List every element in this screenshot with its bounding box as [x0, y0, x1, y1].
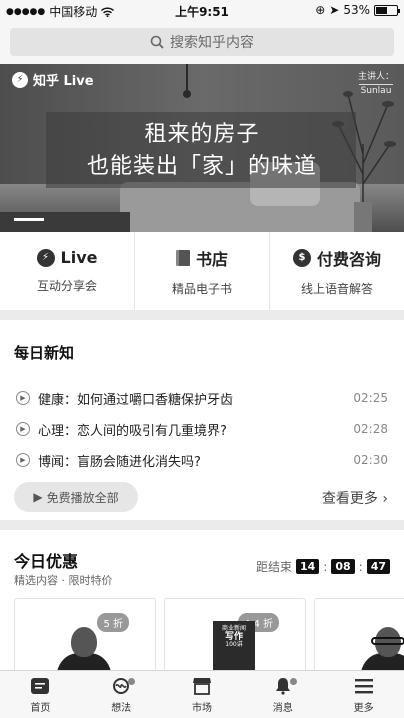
battery-icon [374, 4, 400, 16]
deal-card[interactable] [314, 598, 404, 670]
notification-dot [289, 677, 297, 685]
category-live[interactable]: ⚡ Live 互动分享会 [0, 232, 135, 310]
section-title: 今日优惠 [14, 552, 79, 571]
battery-percent: 53% [343, 3, 370, 17]
lamp-decor [186, 64, 188, 92]
play-icon: ▶ [16, 391, 30, 405]
category-consult[interactable]: $ 付费咨询 线上语音解答 [270, 232, 404, 310]
list-item[interactable]: ▶ 心理：恋人间的吸引有几重境界? 02:28 [16, 417, 388, 441]
tab-market[interactable]: 市场 [162, 671, 243, 718]
notification-dot [128, 677, 136, 685]
deals-section: 今日优惠 精选内容 · 限时特价 距结束 14 : 08 : 47 5 折 4.… [0, 530, 404, 670]
tab-bar: 首页 想法 市场 消息 更多 [0, 670, 404, 718]
status-bar: ●●●●● 中国移动 上午9:51 ⊕ ➤ 53% [0, 0, 404, 22]
countdown: 距结束 14 : 08 : 47 [256, 558, 390, 575]
list-item[interactable]: ▶ 博闻：盲肠会随进化消失吗? 02:30 [16, 448, 388, 472]
banner-tag: ⚡ 知乎 Live [12, 70, 94, 89]
play-icon: ▶ [16, 422, 30, 436]
bell-icon [272, 676, 297, 696]
menu-icon [353, 676, 375, 696]
category-row: ⚡ Live 互动分享会 书店 精品电子书 $ 付费咨询 线上语音解答 [0, 232, 404, 310]
bolt-icon: ⚡ [12, 71, 28, 88]
deal-card[interactable]: 4.4 折 商业新闻 写作 100讲 [164, 598, 306, 670]
speaker-avatar [361, 627, 404, 670]
play-icon: ▶ [16, 453, 30, 467]
orientation-lock-icon: ⊕ [315, 3, 326, 17]
carousel-indicator [14, 218, 44, 221]
sofa-decor [120, 182, 360, 232]
countdown-minutes: 08 [331, 559, 355, 574]
play-triangle-icon: ▶ [33, 490, 43, 504]
home-icon [29, 676, 51, 696]
live-banner[interactable]: 租来的房子 也能装出「家」的味道 ⚡ 知乎 Live 主讲人： Sunlau [0, 64, 404, 232]
tab-messages[interactable]: 消息 [242, 671, 323, 718]
list-item[interactable]: ▶ 健康：如何通过嚼口香糖保护牙齿 02:25 [16, 386, 388, 410]
store-icon [191, 676, 213, 696]
search-bar-container: 搜索知乎内容 [0, 22, 404, 64]
deal-card[interactable]: 5 折 [14, 598, 156, 670]
book-cover: 商业新闻 写作 100讲 [213, 621, 255, 670]
category-bookstore[interactable]: 书店 精品电子书 [135, 232, 270, 310]
section-subtitle: 精选内容 · 限时特价 [14, 574, 113, 587]
tab-more[interactable]: 更多 [323, 671, 404, 718]
book-icon [175, 249, 190, 266]
play-all-button[interactable]: ▶ 免费播放全部 [14, 482, 138, 512]
tab-home[interactable]: 首页 [0, 671, 81, 718]
infinity-icon [110, 676, 136, 696]
daily-news-section: 每日新知 ▶ 健康：如何通过嚼口香糖保护牙齿 02:25 ▶ 心理：恋人间的吸引… [0, 320, 404, 520]
countdown-seconds: 47 [366, 559, 390, 574]
search-placeholder: 搜索知乎内容 [170, 35, 254, 51]
search-input[interactable]: 搜索知乎内容 [10, 28, 394, 56]
bolt-icon: ⚡ [36, 248, 55, 267]
section-title: 每日新知 [14, 344, 75, 362]
banner-title-line1: 租来的房子 [144, 122, 260, 147]
location-icon: ➤ [329, 3, 340, 17]
banner-title-line2: 也能装出「家」的味道 [86, 154, 317, 179]
countdown-hours: 14 [295, 559, 320, 574]
banner-speaker: 主讲人： Sunlau [357, 72, 394, 96]
see-more-link[interactable]: 查看更多 › [322, 488, 388, 508]
search-icon [150, 35, 164, 49]
tab-ideas[interactable]: 想法 [81, 671, 162, 718]
chat-icon: $ [292, 248, 311, 267]
speaker-avatar [57, 627, 111, 670]
